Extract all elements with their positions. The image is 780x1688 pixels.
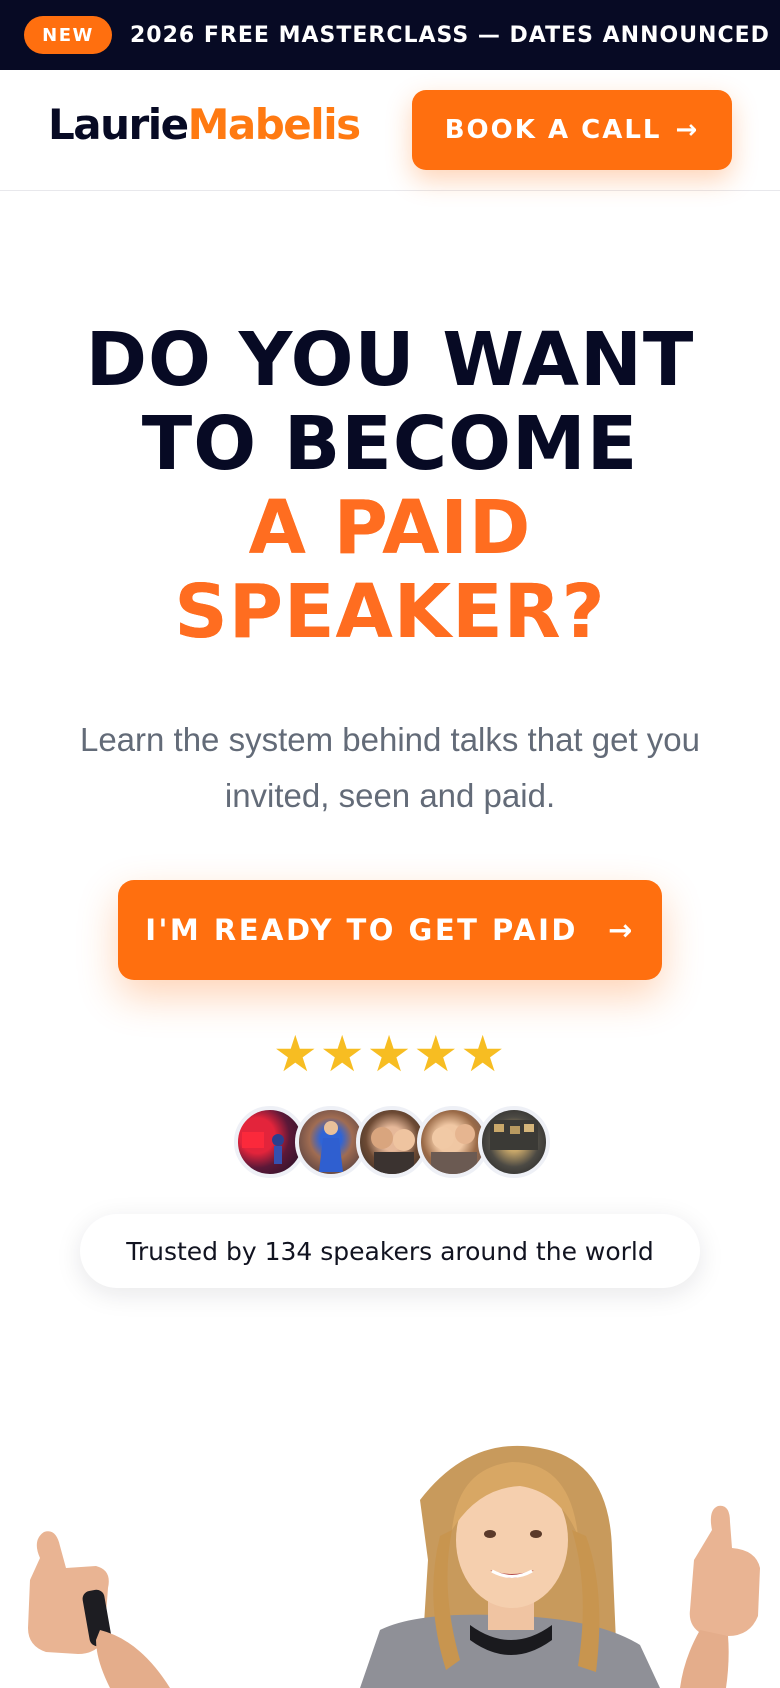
headline-line-4: SPEAKER?	[0, 570, 780, 654]
trust-text: Trusted by 134 speakers around the world	[126, 1236, 654, 1266]
logo-last-name: Mabelis	[187, 100, 361, 149]
hero-speaker-photo	[0, 1440, 780, 1688]
trust-pill: Trusted by 134 speakers around the world	[80, 1214, 700, 1288]
star-icon: ★	[319, 1025, 367, 1083]
avatar	[478, 1106, 550, 1178]
headline-line-3: A PAID	[0, 486, 780, 570]
arrow-right-icon: →	[675, 115, 700, 145]
arrow-right-icon: →	[607, 913, 635, 947]
logo-first-name: Laurie	[48, 100, 189, 149]
headline-line-1: DO YOU WANT	[85, 317, 695, 403]
star-icon: ★	[272, 1025, 320, 1083]
book-a-call-button[interactable]: BOOK A CALL →	[412, 90, 732, 170]
star-rating: ★★★★★	[0, 1024, 780, 1084]
cta-label: I'M READY TO GET PAID	[145, 913, 578, 947]
announcement-bar[interactable]: NEW 2026 FREE MASTERCLASS — DATES ANNOUN…	[0, 0, 780, 70]
star-icon: ★	[460, 1025, 508, 1083]
hero-subtext: Learn the system behind talks that get y…	[79, 721, 701, 814]
site-header: LaurieMabelis BOOK A CALL →	[0, 70, 780, 191]
star-icon: ★	[366, 1025, 414, 1083]
new-badge: NEW	[24, 16, 112, 54]
hero-headline: DO YOU WANT TO BECOME A PAID SPEAKER?	[0, 318, 780, 654]
get-paid-cta-button[interactable]: I'M READY TO GET PAID →	[118, 880, 662, 980]
star-icon: ★	[413, 1025, 461, 1083]
announcement-text[interactable]: 2026 FREE MASTERCLASS — DATES ANNOUNCED	[130, 23, 770, 48]
logo[interactable]: LaurieMabelis	[48, 104, 361, 146]
headline-line-2: TO BECOME	[141, 401, 639, 487]
speaker-avatars	[234, 1106, 550, 1178]
book-a-call-label: BOOK A CALL	[444, 115, 662, 145]
